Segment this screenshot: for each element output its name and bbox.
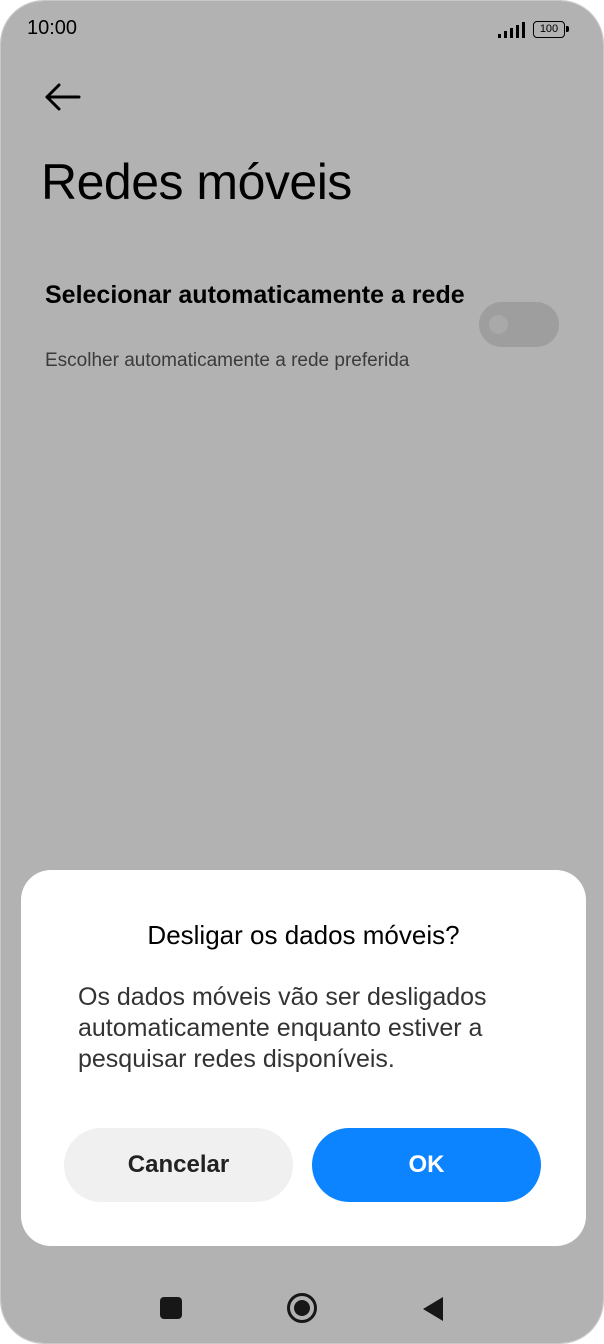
phone-frame: 10:00 100 Redes móveis Selecionar automa… <box>0 0 604 1344</box>
ok-button[interactable]: OK <box>312 1128 541 1202</box>
dialog-message: Os dados móveis vão ser desligados autom… <box>78 983 487 1073</box>
turn-off-data-dialog: Desligar os dados móveis? Os dados móvei… <box>21 870 586 1246</box>
cancel-button[interactable]: Cancelar <box>64 1128 293 1202</box>
dialog-title: Desligar os dados móveis? <box>147 920 460 950</box>
